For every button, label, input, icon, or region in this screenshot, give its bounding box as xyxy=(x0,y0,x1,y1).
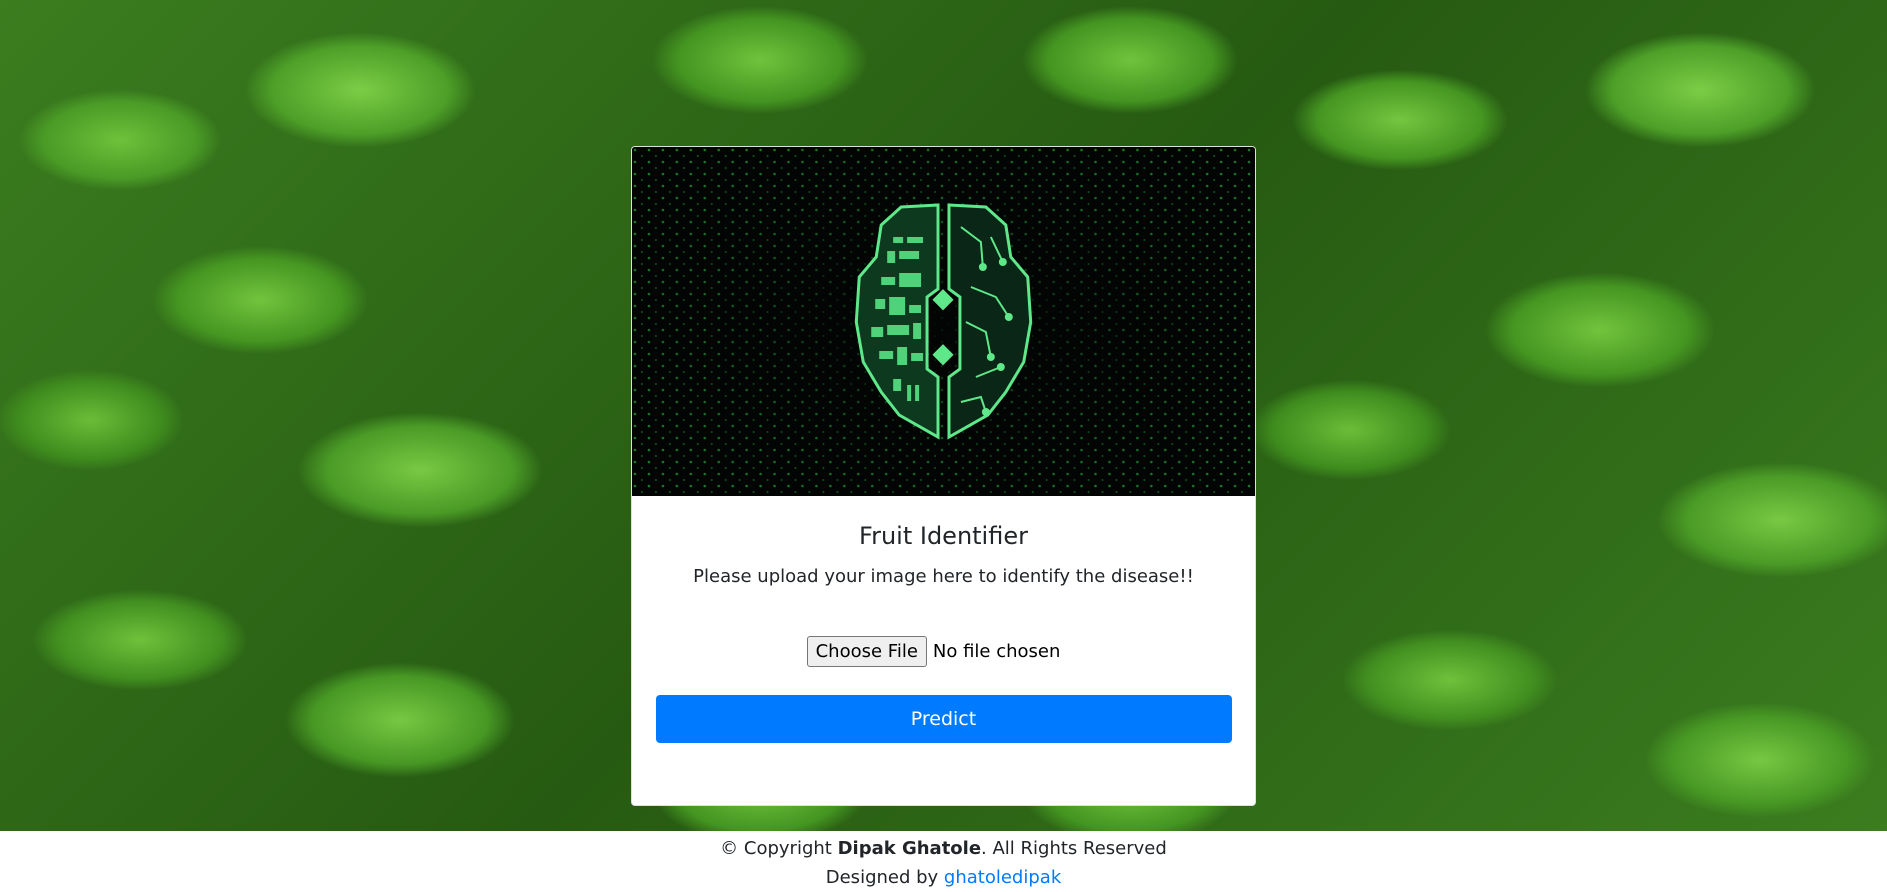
upload-instructions: Please upload your image here to identif… xyxy=(693,566,1194,587)
copyright-line: © Copyright Dipak Ghatole. All Rights Re… xyxy=(0,834,1887,863)
designed-by-label: Designed by xyxy=(825,867,944,888)
file-status: No file chosen xyxy=(932,641,1061,662)
footer: © Copyright Dipak Ghatole. All Rights Re… xyxy=(0,831,1887,892)
designed-by-line: Designed by ghatoledipak xyxy=(0,863,1887,892)
copyright-prefix: © Copyright xyxy=(720,838,838,859)
copyright-rights: . All Rights Reserved xyxy=(981,838,1167,859)
card-body: Fruit Identifier Please upload your imag… xyxy=(632,522,1255,743)
upload-card: Fruit Identifier Please upload your imag… xyxy=(631,146,1256,806)
page-title: Fruit Identifier xyxy=(859,522,1028,550)
copyright-owner: Dipak Ghatole xyxy=(837,838,982,859)
brain-circuit-image xyxy=(632,147,1255,496)
choose-file-button[interactable]: Choose File xyxy=(806,636,927,667)
designer-link[interactable]: ghatoledipak xyxy=(944,867,1061,888)
file-input[interactable]: Choose File No file chosen xyxy=(632,636,1255,667)
predict-button[interactable]: Predict xyxy=(655,695,1232,743)
